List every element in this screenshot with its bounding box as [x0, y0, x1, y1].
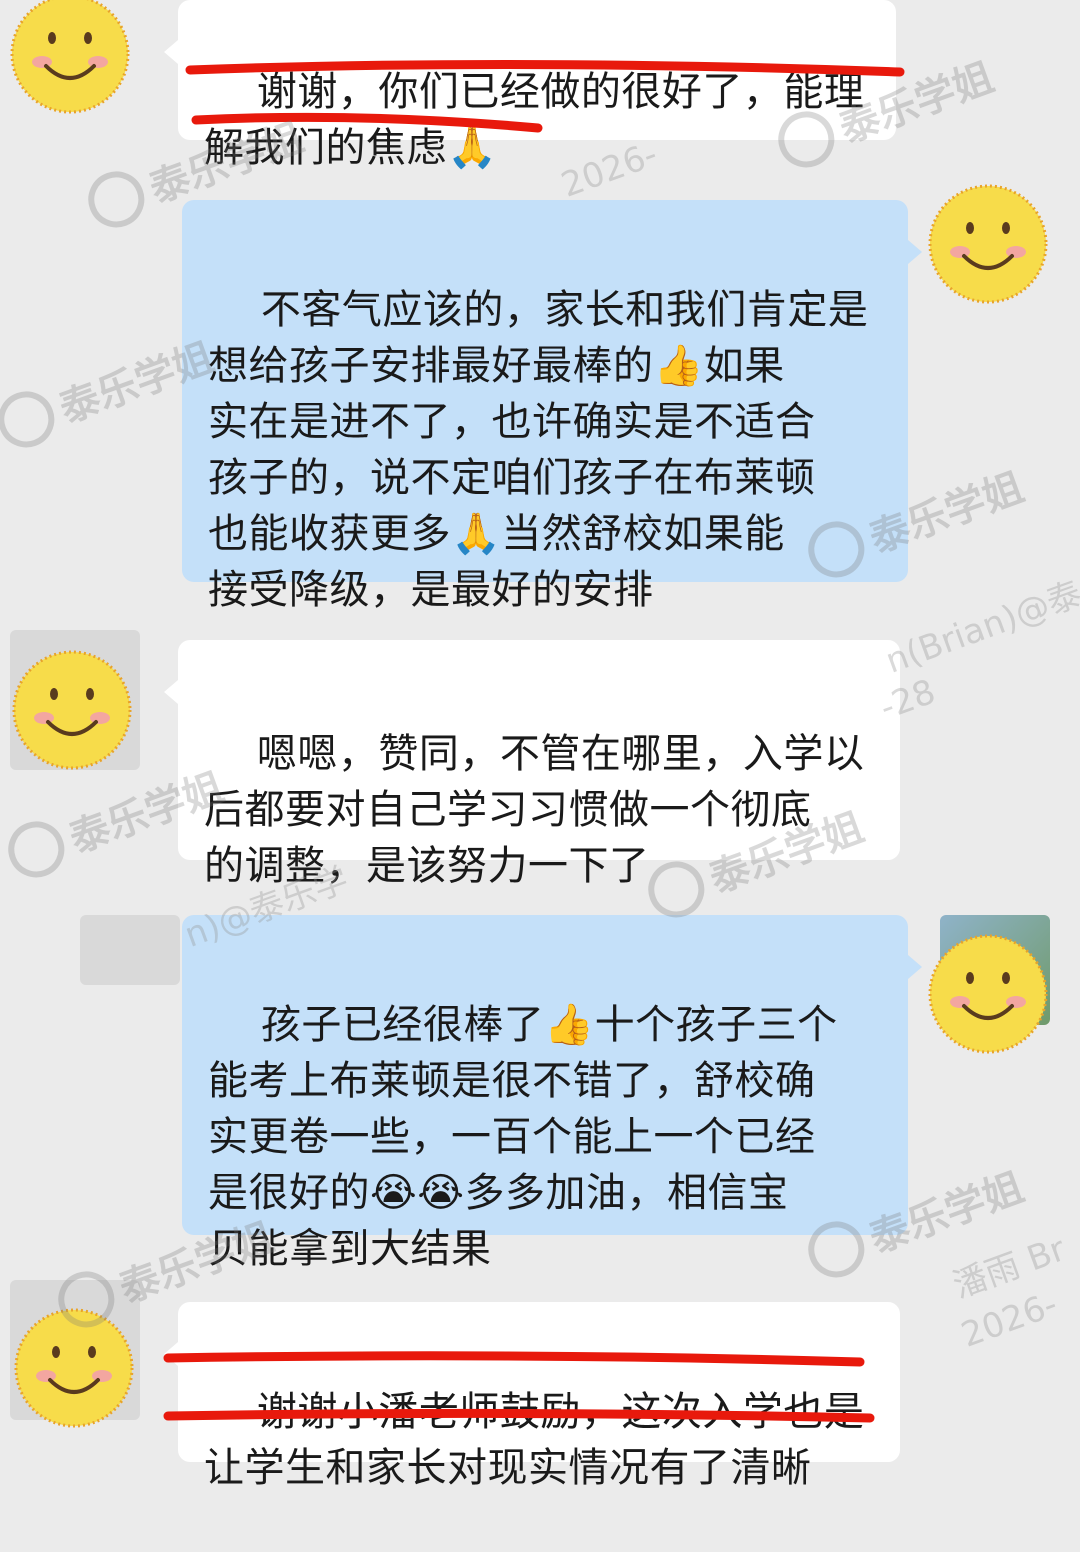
meta-watermark: 2026- [556, 134, 663, 206]
message-text: 嗯嗯，赞同，不管在哪里，入学以 后都要对自己学习习惯做一个彻底 的调整，是该努力… [204, 731, 865, 889]
chat-thread: 谢谢，你们已经做的很好了，能理 解我们的焦虑🙏 不客气应该的，家长和我们肯定是 … [0, 0, 1080, 1491]
tl-logo-icon [80, 163, 153, 236]
tl-logo-icon [0, 813, 73, 886]
smiley-face-icon[interactable] [6, 0, 134, 118]
smiley-face-icon[interactable] [10, 1304, 138, 1432]
message-bubble-received[interactable]: 嗯嗯，赞同，不管在哪里，入学以 后都要对自己学习习惯做一个彻底 的调整，是该努力… [164, 640, 900, 889]
message-bubble-received[interactable]: 谢谢，你们已经做的很好了，能理 解我们的焦虑🙏 [164, 0, 896, 171]
smiley-face-icon[interactable] [924, 930, 1052, 1058]
message-text: 谢谢小潘老师鼓励，这次入学也是 让学生和家长对现实情况有了清晰 [204, 1389, 865, 1491]
meta-watermark: n(Brian)@泰 [880, 573, 1080, 682]
message-bubble-sent[interactable]: 不客气应该的，家长和我们肯定是 想给孩子安排最好最棒的👍如果 实在是进不了，也许… [182, 200, 922, 613]
smiley-face-icon[interactable] [8, 646, 136, 774]
message-text: 不客气应该的，家长和我们肯定是 想给孩子安排最好最棒的👍如果 实在是进不了，也许… [208, 287, 869, 613]
smiley-face-icon[interactable] [924, 180, 1052, 308]
message-text: 孩子已经很棒了👍十个孩子三个 能考上布莱顿是很不错了，舒校确 实更卷一些，一百个… [208, 1002, 838, 1272]
message-bubble-received[interactable]: 谢谢小潘老师鼓励，这次入学也是 让学生和家长对现实情况有了清晰 [164, 1302, 900, 1491]
tl-logo-icon [0, 383, 63, 456]
message-text: 谢谢，你们已经做的很好了，能理 解我们的焦虑🙏 [204, 69, 865, 171]
meta-watermark: 2026- [956, 1284, 1063, 1356]
meta-watermark: 潘雨 Br [947, 1229, 1071, 1307]
message-bubble-sent[interactable]: 孩子已经很棒了👍十个孩子三个 能考上布莱顿是很不错了，舒校确 实更卷一些，一百个… [182, 915, 922, 1272]
avatar-photo-left [80, 915, 180, 985]
